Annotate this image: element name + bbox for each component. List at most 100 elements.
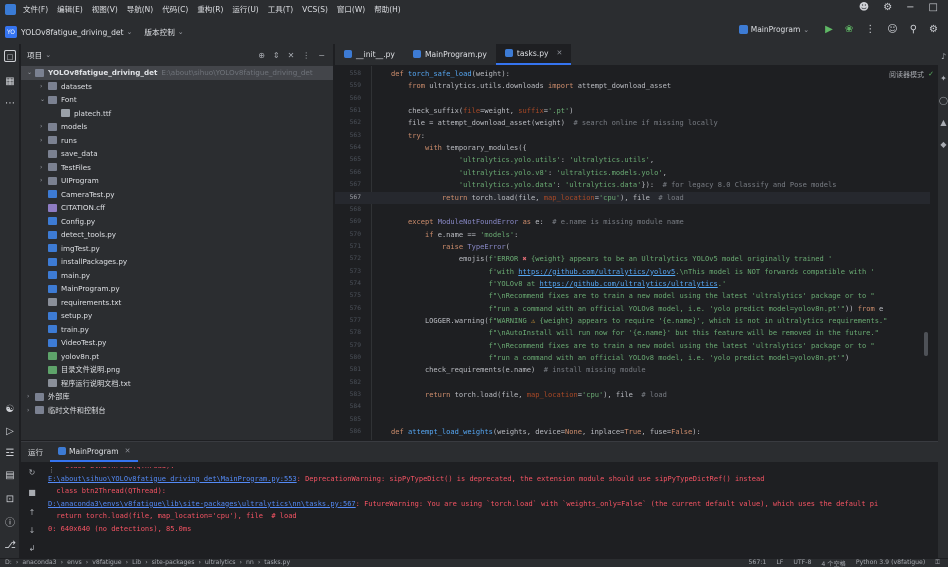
breadcrumb-item[interactable]: v8fatigue [92,559,121,566]
tree-item[interactable]: requirements.txt [21,296,333,310]
code-line[interactable]: return torch.load(file, map_location='cp… [391,193,684,202]
code-line[interactable]: def torch_safe_load(weight): [391,69,510,78]
soft-wrap-icon[interactable]: ↲ [27,544,37,554]
settings-icon[interactable]: ⚙ [929,24,938,35]
tree-item[interactable]: CITATION.cff [21,201,333,215]
code-line[interactable]: f"\nRecommend fixes are to train a new m… [391,341,875,350]
code-line[interactable]: if e.name == 'models': [391,230,518,239]
tree-item[interactable]: › runs [21,134,333,148]
breadcrumb-item[interactable]: tasks.py [264,559,290,566]
chevron-down-icon[interactable]: ⌄ [27,66,35,80]
tree-item[interactable]: 目录文件说明.png [21,363,333,377]
chevron-right-icon[interactable]: › [40,134,48,148]
minimize-icon[interactable]: − [906,2,914,13]
maximize-icon[interactable]: □ [929,2,938,13]
debug-icon[interactable]: ❀ [845,24,853,35]
tree-root[interactable]: ⌄ YOLOv8fatigue_driving_det E:\about\sih… [21,66,333,80]
chevron-down-icon[interactable]: ⌄ [45,51,51,59]
vcs-menu[interactable]: 版本控制 [144,27,174,38]
stop-icon[interactable]: ■ [27,488,37,498]
breadcrumb-item[interactable]: ultralytics [205,559,236,566]
project-tool-icon[interactable]: □ [4,50,16,62]
breadcrumb-item[interactable]: site-packages [152,559,195,566]
code-line[interactable]: except ModuleNotFoundError as e: # e.nam… [391,217,684,226]
code-line[interactable]: f"\nRecommend fixes are to train a new m… [391,291,875,300]
collab-icon[interactable]: ☺ [887,24,897,35]
project-name[interactable]: YOLOv8fatigue_driving_det [21,28,124,37]
code-line[interactable]: raise TypeError( [391,242,510,251]
console-output[interactable]: class btn2Thread(QThread): E:\about\sihuo… [48,467,938,558]
tree-item[interactable]: VideoTest.py [21,336,333,350]
plugin-icon[interactable]: ◆ [939,140,948,149]
tree-item[interactable]: › TestFiles [21,161,333,175]
more-tools-icon[interactable]: ⋯ [4,98,16,110]
scroll-up-icon[interactable]: ↑ [27,508,37,518]
tree-item[interactable]: main.py [21,269,333,283]
menu-item[interactable]: VCS(S) [302,5,328,14]
menu-item[interactable]: 窗口(W) [337,4,365,15]
console-file-link[interactable]: D:\anaconda3\envs\v8fatigue\lib\site-pac… [48,500,356,508]
code-line[interactable]: check_suffix(file=weight, suffix='.pt') [391,106,574,115]
code-line[interactable]: def attempt_load_weights(weights, device… [391,427,701,436]
menu-item[interactable]: 视图(V) [92,4,118,15]
tree-item[interactable]: save_data [21,147,333,161]
code-line[interactable]: emojis(f'ERROR ✖ {weight} appears to be … [391,254,832,263]
chevron-down-icon[interactable]: ⌄ [127,28,133,36]
code-line[interactable]: 'ultralytics.yolo.v8': 'ultralytics.mode… [391,168,667,177]
settings-icon[interactable]: ⚙ [883,2,892,13]
tree-item[interactable]: installPackages.py [21,255,333,269]
breadcrumb-item[interactable]: D: [5,559,12,566]
tree-item[interactable]: MainProgram.py [21,282,333,296]
rerun-icon[interactable]: ↻ [27,468,37,478]
services-icon[interactable]: ☲ [4,448,16,460]
code-line[interactable]: try: [391,131,425,140]
indent-setting[interactable]: 4 个空格 [821,559,845,567]
tab-mainprogram[interactable]: MainProgram ✕ [50,442,139,462]
interpreter[interactable]: Python 3.9 (v8fatigue) [856,559,925,567]
scroll-down-icon[interactable]: ↓ [27,526,37,536]
chevron-down-icon[interactable]: ⌄ [40,93,48,107]
run-tool-icon[interactable]: ▷ [4,426,16,438]
locate-icon[interactable]: ⊕ [258,51,265,60]
breadcrumb-item[interactable]: Lib [132,559,141,566]
tree-item[interactable]: setup.py [21,309,333,323]
more-icon[interactable]: ⋮ [865,24,875,35]
tree-item[interactable]: › 外部库 [21,390,333,404]
tree-item[interactable]: platech.ttf [21,107,333,121]
code-line[interactable]: f'with https://github.com/ultralytics/yo… [391,267,875,276]
git-icon[interactable]: ⎇ [4,540,16,552]
code-line[interactable]: file = attempt_download_asset(weight) # … [391,118,718,127]
chevron-right-icon[interactable]: › [40,174,48,188]
code-line[interactable]: LOGGER.warning(f"WARNING ⚠ {weight} appe… [391,316,887,325]
code-view[interactable]: 558 def torch_safe_load(weight): 559 from … [335,66,930,440]
chevron-right-icon[interactable]: › [27,390,35,404]
tree-item[interactable]: detect_tools.py [21,228,333,242]
menu-item[interactable]: 代码(C) [162,4,188,15]
tree-item[interactable]: yolov8n.pt [21,350,333,364]
console-file-link[interactable]: E:\about\sihuo\YOLOv8fatigue_driving_det… [48,475,297,483]
menu-item[interactable]: 重构(R) [197,4,223,15]
editor-tab[interactable]: MainProgram.py [404,44,496,65]
project-switcher[interactable]: YO YOLOv8fatigue_driving_det ⌄ 版本控制 ⌄ [5,23,184,41]
code-line[interactable]: f'YOLOv8 at https://github.com/ultralyti… [391,279,727,288]
caret-position[interactable]: 567:1 [748,559,766,567]
chevron-right-icon[interactable]: › [27,404,35,418]
hide-icon[interactable]: − [318,51,325,60]
problems-icon[interactable]: ⓘ [4,518,16,530]
lock-icon[interactable]: ⚿ [935,559,940,567]
chevron-right-icon[interactable]: › [40,120,48,134]
python-packages-icon[interactable]: ☯ [4,404,16,416]
code-line[interactable]: f"run a command with an official YOLOv8 … [391,353,850,362]
tree-item[interactable]: › 临时文件和控制台 [21,404,333,418]
terminal-icon[interactable]: ⊡ [4,494,16,506]
code-line[interactable]: from ultralytics.utils.downloads import … [391,81,671,90]
sciview-icon[interactable]: ▲ [939,118,948,127]
tree-item[interactable]: › UIProgram [21,174,333,188]
tree-item[interactable]: ⌄ Font [21,93,333,107]
run-icon[interactable]: ▶ [825,24,833,35]
database-icon[interactable]: ◯ [939,96,948,105]
options-icon[interactable]: ⋮ [302,51,310,60]
menu-item[interactable]: 文件(F) [23,4,48,15]
menu-item[interactable]: 导航(N) [127,4,153,15]
expand-all-icon[interactable]: ⇕ [273,51,280,60]
